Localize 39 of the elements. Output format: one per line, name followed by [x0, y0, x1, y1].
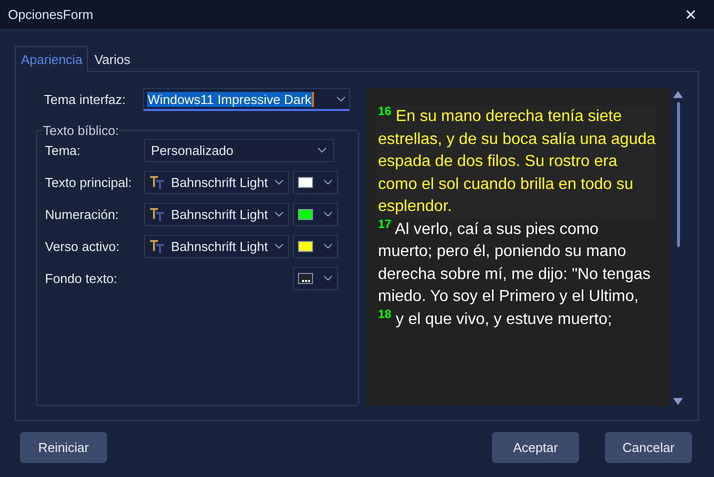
color-picker[interactable] [293, 266, 338, 290]
caret-icon [274, 179, 284, 185]
field-label: Numeración: [45, 206, 120, 222]
field-label: Verso activo: [45, 238, 120, 254]
verse-text: $^{18}$ y el que vivo, y estuve muerto; [377, 308, 613, 330]
caret-icon [323, 179, 333, 185]
font-dropdown[interactable]: Bahnschrift Light [144, 234, 289, 258]
caret-icon [317, 147, 327, 153]
color-picker[interactable] [293, 170, 338, 194]
close-button[interactable]: ✕ [676, 2, 706, 28]
field-label: Tema: [45, 142, 82, 158]
field-label: Texto principal: [45, 174, 133, 190]
field-label: Fondo texto: [45, 270, 118, 286]
scroll-up-icon[interactable] [673, 90, 683, 98]
caret-icon [323, 243, 333, 249]
font-dropdown[interactable]: Bahnschrift Light [144, 170, 289, 194]
window-title: OpcionesForm [8, 7, 94, 22]
group-title: Texto bíblico: [43, 123, 119, 138]
theme-dropdown[interactable]: Windows11 Impressive Dark [142, 88, 350, 111]
tab[interactable]: Varios [88, 47, 136, 71]
field-label: Tema interfaz: [44, 92, 126, 107]
caret-icon [274, 243, 284, 249]
accept-button[interactable]: Aceptar [492, 432, 579, 463]
caret-icon [336, 96, 346, 102]
scroll-down-icon[interactable] [673, 398, 683, 406]
caret-icon [323, 275, 333, 281]
font-icon [149, 175, 165, 189]
caret-icon [274, 211, 284, 217]
cancel-button[interactable]: Cancelar [605, 432, 692, 463]
color-picker[interactable] [293, 234, 338, 258]
font-icon [149, 239, 165, 253]
verse-text: $^{16}$ En su mano derecha tenía siete estrellas, y de su boca salía una aguda espada de dos filos. Su rostro era como el sol cuando brilla en todo su esplendor. [376, 106, 656, 218]
theme-dropdown[interactable]: Personalizado [144, 138, 334, 162]
font-dropdown[interactable]: Bahnschrift Light [144, 202, 289, 226]
reset-button[interactable]: Reiniciar [20, 432, 107, 463]
caret-icon [323, 211, 333, 217]
color-picker[interactable] [293, 202, 338, 226]
tab[interactable]: Apariencia [15, 46, 88, 72]
font-icon [149, 207, 165, 221]
